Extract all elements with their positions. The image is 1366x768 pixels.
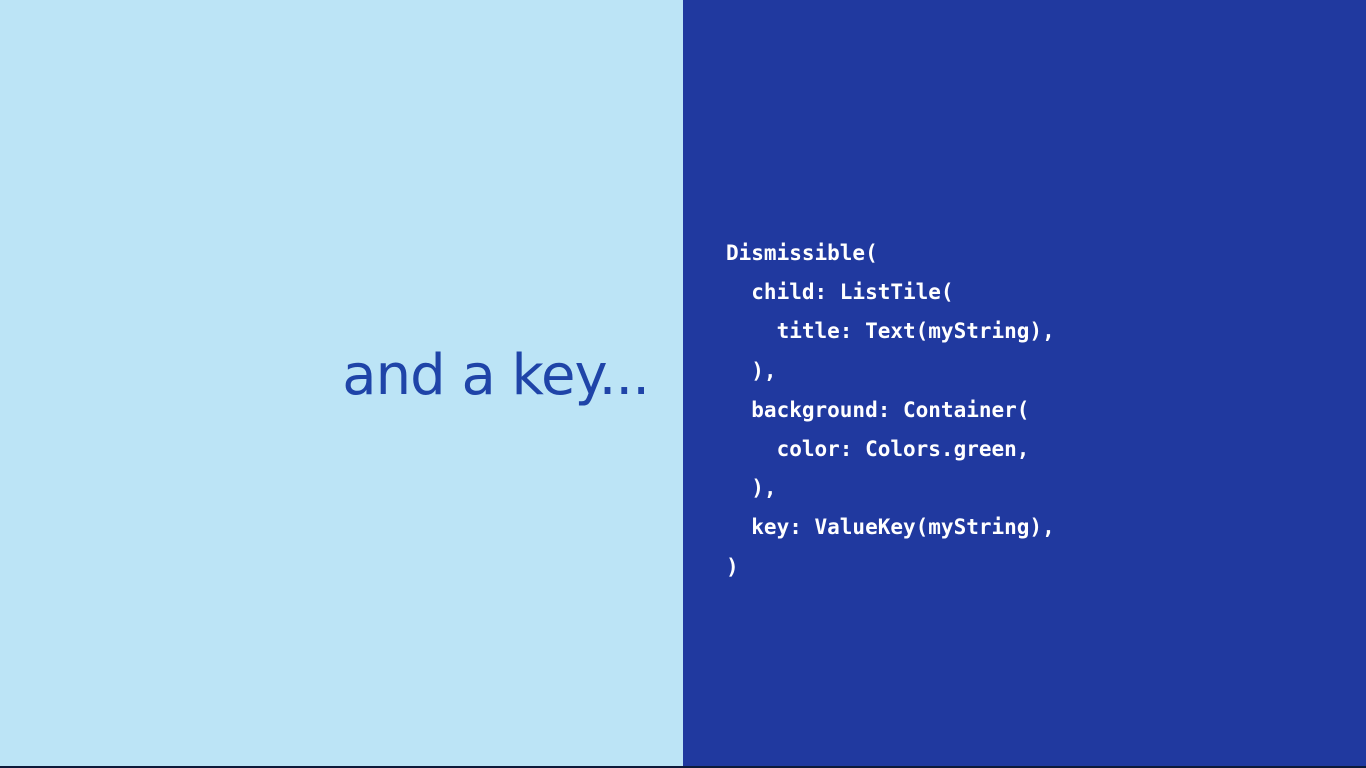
slide-headline: and a key...	[342, 343, 650, 408]
code-line: key: ValueKey(myString),	[726, 515, 1055, 540]
code-line: child: ListTile(	[726, 280, 954, 305]
code-line: ),	[726, 358, 777, 383]
code-line: )	[726, 554, 739, 579]
code-line: Dismissible(	[726, 241, 878, 265]
code-line: ),	[726, 476, 777, 501]
code-line: background: Container(	[726, 397, 1030, 422]
code-line: color: Colors.green,	[726, 436, 1030, 461]
left-panel: and a key...	[0, 0, 683, 768]
code-line: title: Text(myString),	[726, 319, 1055, 344]
slide: and a key... Dismissible( child: ListTil…	[0, 0, 1366, 768]
right-panel: Dismissible( child: ListTile( title: Tex…	[683, 0, 1366, 768]
code-block: Dismissible( child: ListTile( title: Tex…	[726, 234, 1055, 587]
